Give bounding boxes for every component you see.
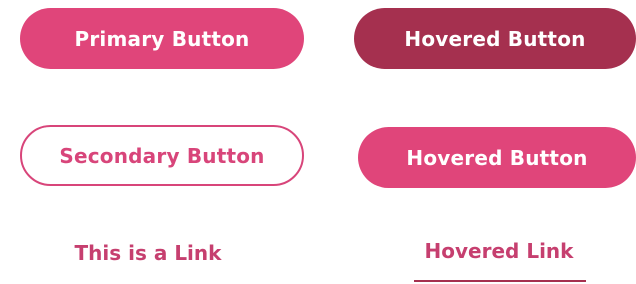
hovered-link[interactable]: Hovered Link [394,239,604,263]
hovered-link-underline [414,280,586,282]
primary-button[interactable]: Primary Button [20,8,304,69]
link[interactable]: This is a Link [20,241,276,265]
hovered-button[interactable]: Hovered Button [354,8,636,69]
secondary-button[interactable]: Secondary Button [20,125,304,186]
hovered-raised-button[interactable]: Hovered Button [358,127,636,188]
